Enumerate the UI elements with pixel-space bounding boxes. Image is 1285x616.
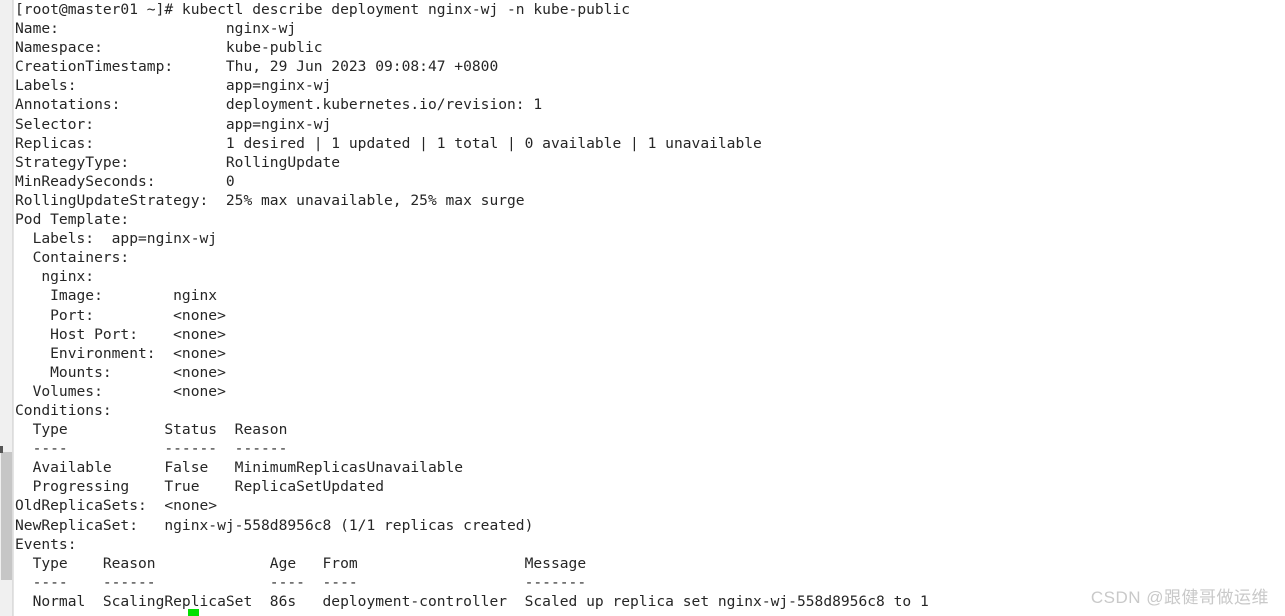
terminal-line: Mounts: <none>	[15, 363, 226, 381]
terminal-prompt-line: [root@master01 ~]# kubectl describe depl…	[15, 1, 631, 18]
scrollbar-thumb[interactable]	[1, 452, 12, 580]
terminal-line: Containers:	[15, 249, 130, 267]
terminal-line: CreationTimestamp: Thu, 29 Jun 2023 09:0…	[15, 58, 499, 76]
terminal-line: MinReadySeconds: 0	[15, 172, 235, 190]
terminal-line: Available False MinimumReplicasUnavailab…	[15, 459, 464, 477]
terminal-window[interactable]: [root@master01 ~]# kubectl describe depl…	[0, 0, 1285, 616]
terminal-left-edge	[13, 0, 14, 616]
terminal-line: nginx:	[15, 268, 95, 286]
scrollbar-position-marker	[0, 446, 3, 453]
terminal-line: Volumes: <none>	[15, 382, 226, 400]
terminal-line: Name: nginx-wj	[15, 20, 297, 38]
csdn-watermark: CSDN @跟健哥做运维	[1090, 588, 1269, 607]
terminal-line: Selector: app=nginx-wj	[15, 115, 332, 133]
terminal-line: Annotations: deployment.kubernetes.io/re…	[15, 96, 543, 114]
terminal-line: Pod Template:	[15, 211, 130, 229]
terminal-line: Labels: app=nginx-wj	[15, 230, 218, 248]
terminal-line: StrategyType: RollingUpdate	[15, 153, 341, 171]
terminal-line: Type Status Reason	[15, 421, 288, 439]
terminal-line: Events:	[15, 535, 77, 553]
terminal-line: Progressing True ReplicaSetUpdated	[15, 478, 385, 496]
terminal-line: Host Port: <none>	[15, 325, 226, 343]
terminal-line: OldReplicaSets: <none>	[15, 497, 218, 515]
terminal-line: NewReplicaSet: nginx-wj-558d8956c8 (1/1 …	[15, 516, 534, 534]
terminal-line: Replicas: 1 desired | 1 updated | 1 tota…	[15, 134, 762, 152]
text-cursor	[188, 609, 199, 616]
terminal-line: Image: nginx	[15, 287, 218, 305]
vertical-scrollbar[interactable]	[0, 0, 13, 616]
terminal-line: Namespace: kube-public	[15, 39, 323, 57]
terminal-line: Port: <none>	[15, 306, 226, 324]
terminal-output[interactable]: [root@master01 ~]# kubectl describe depl…	[15, 0, 1285, 616]
terminal-line: Type Reason Age From Message	[15, 554, 587, 572]
terminal-line: Labels: app=nginx-wj	[15, 77, 332, 95]
terminal-line: RollingUpdateStrategy: 25% max unavailab…	[15, 191, 525, 209]
terminal-line: Environment: <none>	[15, 344, 226, 362]
terminal-line: ---- ------ ------	[15, 440, 288, 458]
terminal-line: Conditions:	[15, 401, 112, 419]
